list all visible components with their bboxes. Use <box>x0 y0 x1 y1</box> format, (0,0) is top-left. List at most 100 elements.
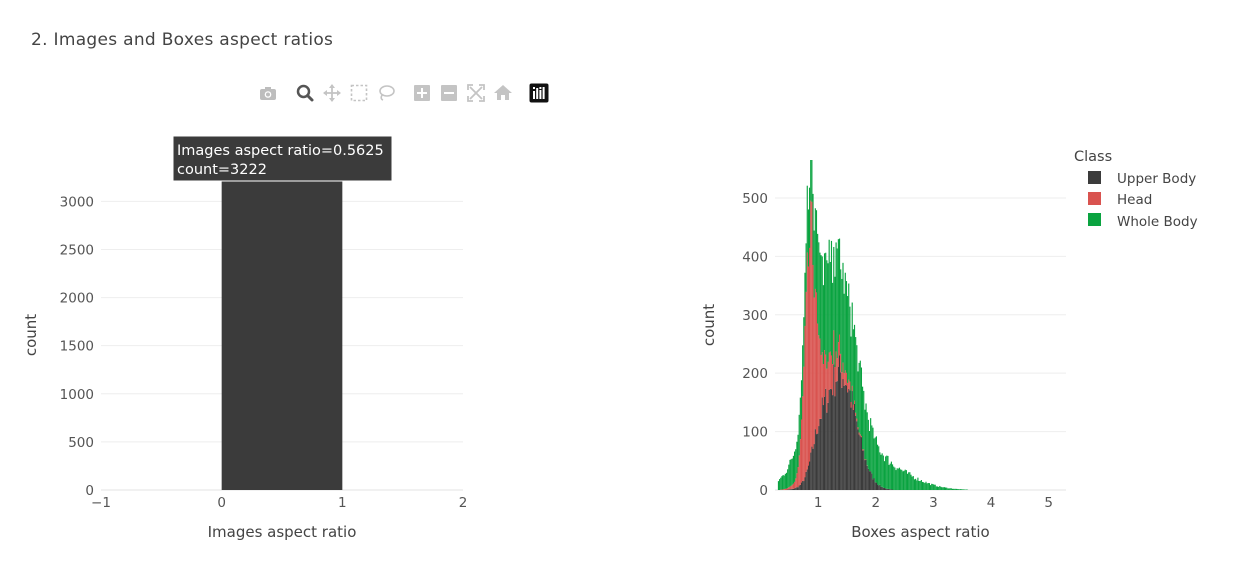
histogram-bar <box>880 454 882 487</box>
boxes-aspect-chart: 0 100 200 300 400 500 1 2 3 4 5 Boxes aspect ratio c… <box>700 160 1066 541</box>
histogram-bar <box>855 412 857 416</box>
histogram-bar <box>830 355 833 390</box>
legend-label-whole-body: Whole Body <box>1117 214 1198 230</box>
legend-item-upper-body[interactable]: Upper Body <box>1088 171 1196 187</box>
histogram-bar <box>853 400 856 404</box>
histogram-bar <box>849 390 851 490</box>
histogram-bar <box>872 479 874 490</box>
histogram-bar <box>796 473 798 488</box>
histogram-bar <box>851 391 853 490</box>
histogram-bar <box>788 487 790 490</box>
y-tick-label: 100 <box>742 425 768 441</box>
x-tick-label: 0 <box>217 495 226 511</box>
histogram-bar <box>856 345 858 419</box>
histogram-bar <box>797 434 799 468</box>
x-tick-label: 3 <box>929 495 938 511</box>
histogram-bar <box>886 455 888 489</box>
histogram-bar <box>891 464 894 490</box>
histogram-bar <box>825 388 827 490</box>
y-tick-label: 2500 <box>60 242 94 258</box>
histogram-bar <box>849 381 851 391</box>
histogram-bar <box>815 292 818 435</box>
histogram-bar <box>808 187 811 248</box>
histogram-bar <box>851 302 853 386</box>
x-tick-label: 2 <box>872 495 881 511</box>
histogram-bar <box>844 384 846 490</box>
histogram-bar <box>789 459 791 487</box>
histogram-bar <box>836 358 838 382</box>
histogram-bar <box>779 479 781 490</box>
histogram-bar <box>811 201 813 447</box>
histogram-bar <box>819 418 821 490</box>
histogram-bar <box>885 456 887 489</box>
histogram-bar <box>860 435 863 438</box>
legend-item-whole-body[interactable]: Whole Body <box>1088 213 1198 230</box>
histogram-bar <box>919 480 921 490</box>
histogram-bar <box>837 342 839 367</box>
histogram-bar <box>857 429 859 490</box>
histogram-bar <box>842 362 844 380</box>
histogram-bar <box>841 278 843 373</box>
tooltip-line-count: count=3222 <box>177 162 267 178</box>
histogram-bar <box>810 160 812 201</box>
histogram-bar <box>888 489 890 490</box>
legend-item-head[interactable]: Head <box>1088 192 1152 208</box>
histogram-bar <box>838 355 841 490</box>
y-tick-label: 400 <box>742 249 768 265</box>
histogram-bar <box>852 404 854 410</box>
histogram-bar <box>901 469 903 490</box>
legend-label-head: Head <box>1117 192 1152 208</box>
histogram-bar <box>951 488 954 490</box>
histogram-bar <box>851 385 853 392</box>
histogram-bar <box>805 243 807 292</box>
histogram-bar <box>814 208 816 289</box>
histogram-bar <box>798 414 800 456</box>
histogram-bar <box>965 489 967 490</box>
histogram-bar <box>784 488 786 490</box>
histogram-bar <box>866 412 868 466</box>
histogram-bar <box>833 246 835 331</box>
histogram-bar <box>905 470 907 490</box>
histogram-bar <box>871 473 873 490</box>
histogram-bar <box>792 488 795 490</box>
histogram-bar <box>797 487 799 490</box>
histogram-bar <box>823 396 826 490</box>
histogram-bar <box>862 449 864 451</box>
histogram-bar <box>863 449 865 451</box>
histogram-bar <box>883 488 886 490</box>
histogram-bar <box>791 484 793 489</box>
histogram-bar <box>859 436 861 490</box>
histogram-bar <box>842 379 844 490</box>
histogram-bar <box>856 421 858 490</box>
histogram-bar <box>818 242 820 336</box>
x-tick-label: 4 <box>987 495 996 511</box>
histogram-bar <box>836 381 838 490</box>
histogram-bar <box>852 409 854 490</box>
histogram-bar <box>828 239 830 353</box>
histogram-bar <box>841 372 843 388</box>
histogram-bar <box>794 488 796 490</box>
histogram-bar <box>800 482 803 490</box>
histogram-bar <box>783 489 785 490</box>
histogram-bar <box>856 418 858 422</box>
histogram-bar <box>927 482 929 490</box>
histogram-bar <box>810 452 812 490</box>
histogram-bar <box>866 465 868 490</box>
histogram-bar <box>841 387 843 490</box>
histogram-bar <box>821 256 823 353</box>
histogram-bar <box>962 489 964 490</box>
histogram-bar <box>790 459 792 486</box>
histogram-bar <box>834 367 836 397</box>
histogram-bar <box>826 412 828 490</box>
x-tick-label: 1 <box>338 495 347 511</box>
histogram-bar <box>833 364 835 490</box>
y-tick-label: 500 <box>68 435 94 451</box>
histogram-bar <box>908 472 910 490</box>
histogram-bar <box>882 455 884 488</box>
histogram-bar <box>890 461 892 490</box>
histogram-bar <box>802 480 804 490</box>
histogram-bar <box>806 469 808 490</box>
x-tick-label: 2 <box>459 495 468 511</box>
histogram-bar <box>873 478 875 490</box>
histogram-bar <box>865 459 867 490</box>
